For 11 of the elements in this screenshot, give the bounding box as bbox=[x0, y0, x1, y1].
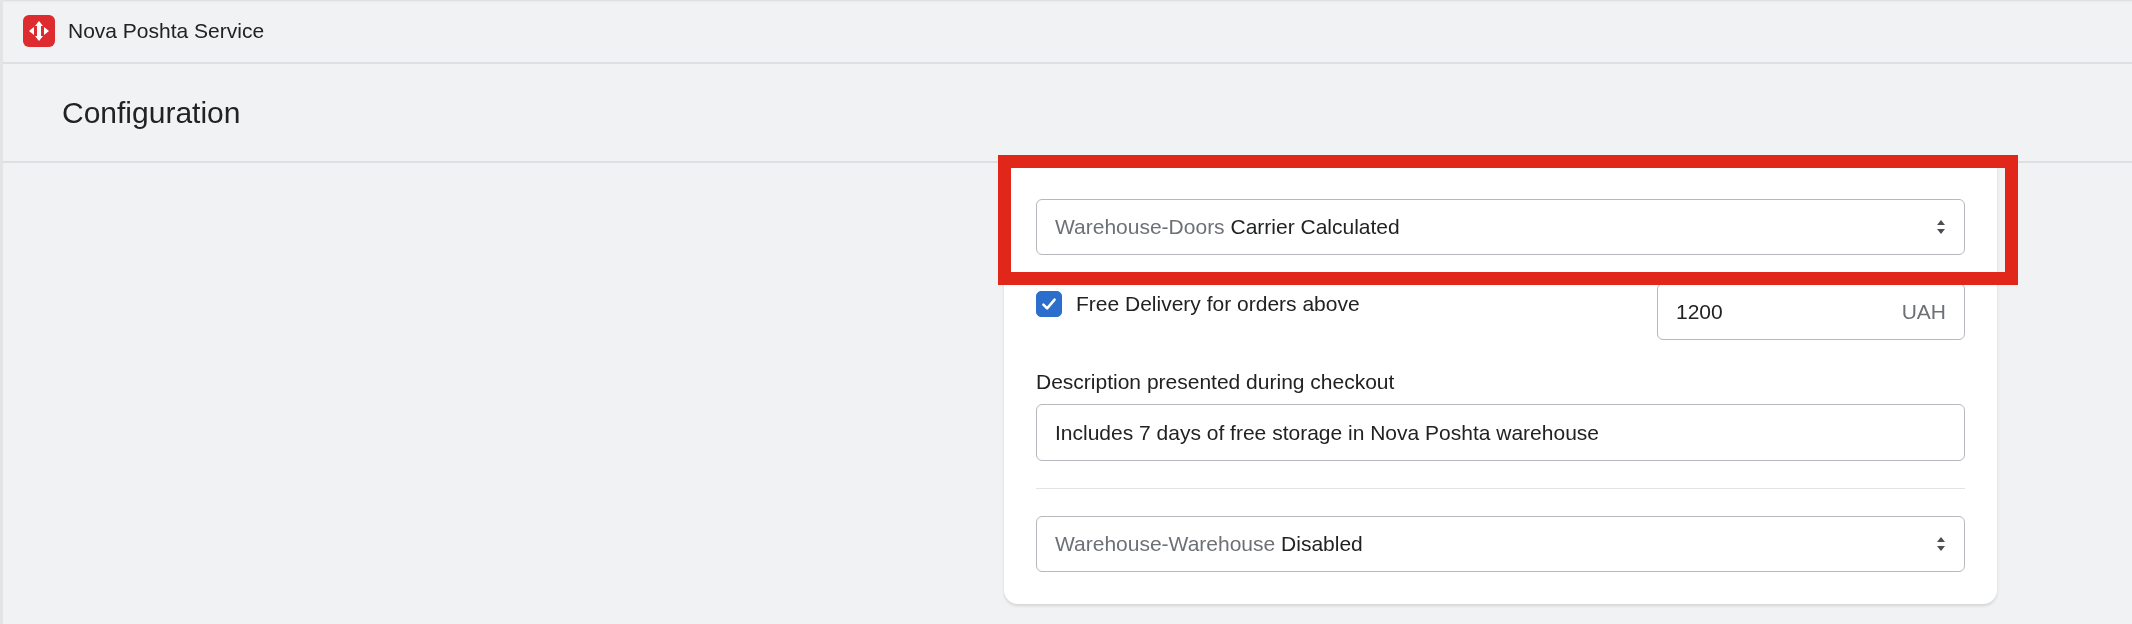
checkbox-label: Free Delivery for orders above bbox=[1076, 292, 1360, 316]
shipping-method-select[interactable]: Warehouse-Doors Carrier Calculated bbox=[1036, 199, 1965, 255]
sort-caret-icon bbox=[1936, 219, 1946, 235]
shipping-method-select[interactable]: Warehouse-Warehouse Disabled bbox=[1036, 516, 1965, 572]
page-title: Configuration bbox=[62, 95, 241, 130]
field-label: Description presented during checkout bbox=[1036, 370, 1396, 394]
sort-caret-icon bbox=[1936, 536, 1946, 552]
checkbox[interactable] bbox=[1036, 291, 1062, 317]
description-field[interactable]: Includes 7 days of free storage in Nova Poshta warehouse bbox=[1036, 404, 1965, 461]
app-title: Nova Poshta Service bbox=[68, 19, 265, 43]
logo-icon bbox=[23, 15, 55, 47]
